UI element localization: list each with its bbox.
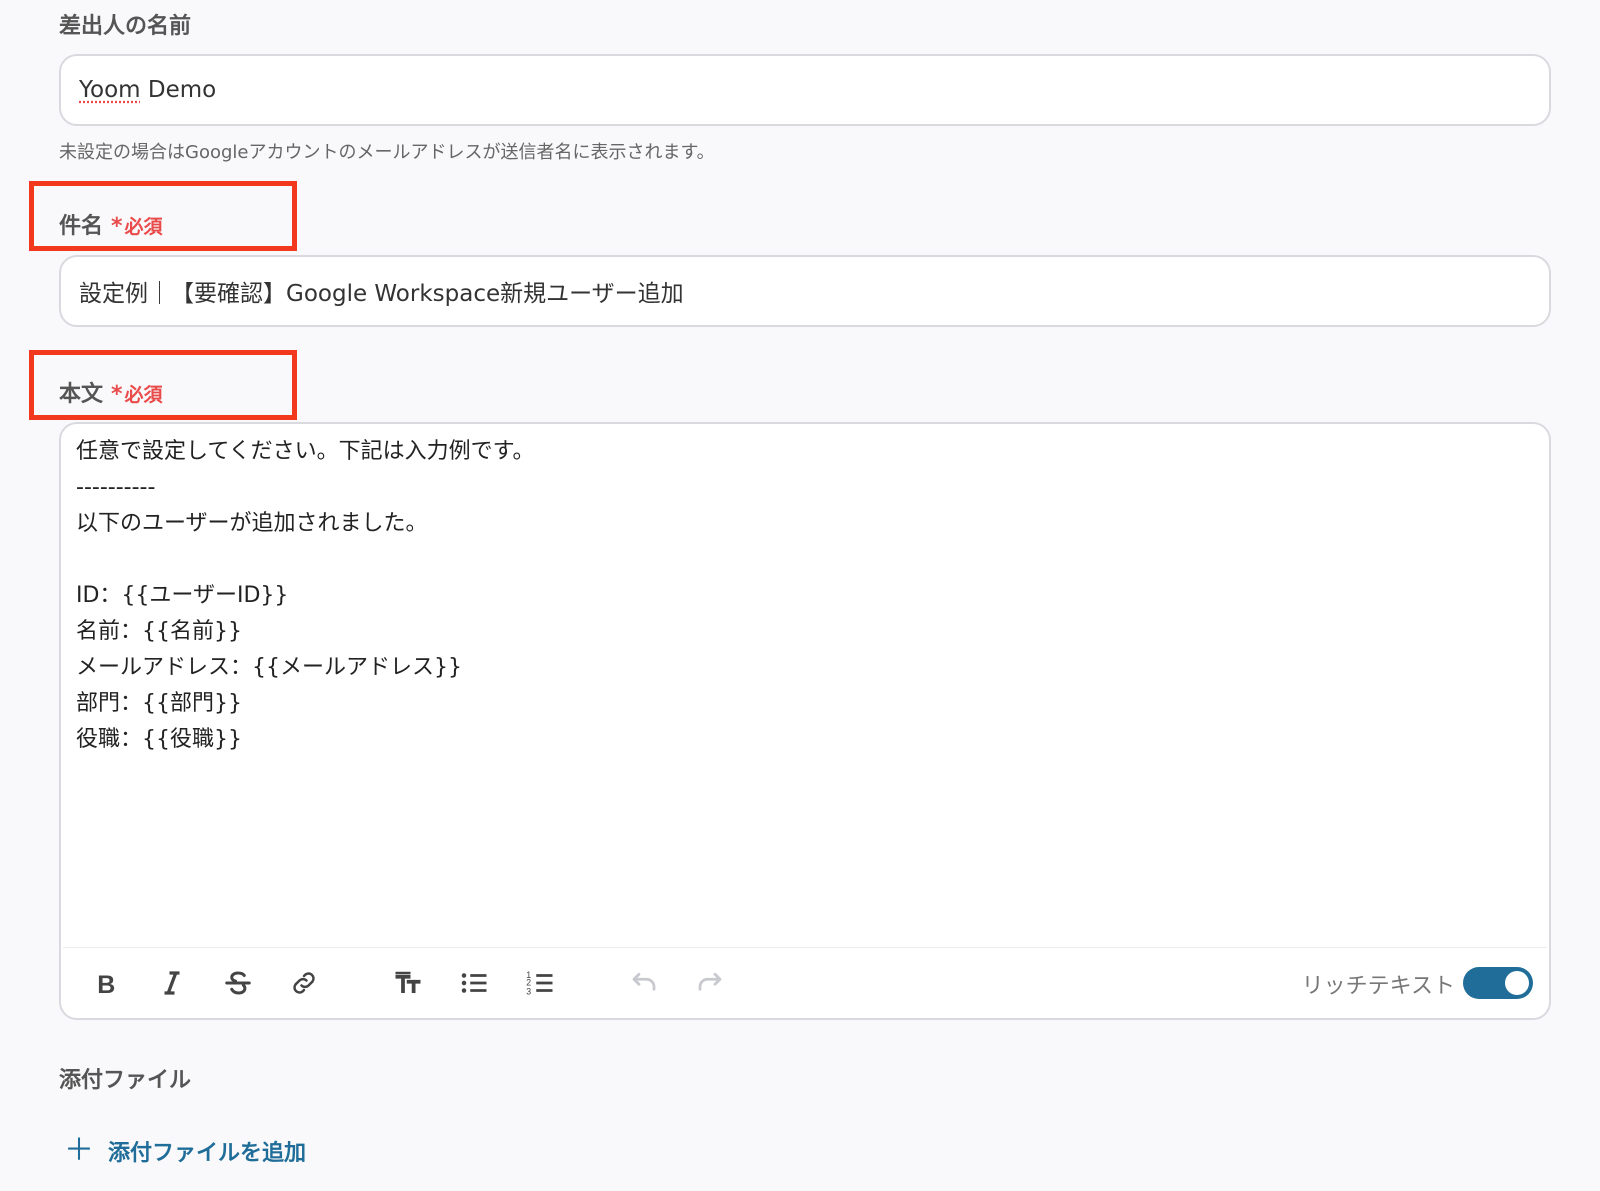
link-icon[interactable] bbox=[286, 965, 322, 1001]
subject-value: 設定例｜【要確認】Google Workspace新規ユーザー追加 bbox=[79, 281, 684, 307]
body-line bbox=[76, 542, 1534, 578]
required-star: * bbox=[111, 214, 123, 239]
redo-icon[interactable] bbox=[692, 965, 728, 1001]
body-line: ID：{{ユーザーID}} bbox=[76, 583, 289, 608]
subject-label-text: 件名 bbox=[59, 214, 104, 239]
editor-toolbar: B 123 リッチテキスト bbox=[63, 947, 1547, 1018]
body-editor[interactable]: 任意で設定してください。下記は入力例です。 ---------- 以下のユーザー… bbox=[59, 422, 1551, 1020]
required-badge: 必須 bbox=[124, 384, 163, 406]
add-attachment-label: 添付ファイルを追加 bbox=[108, 1141, 307, 1166]
text-size-icon[interactable] bbox=[390, 965, 426, 1001]
required-star: * bbox=[111, 382, 123, 407]
body-line: 役職：{{役職}} bbox=[76, 727, 242, 752]
numbered-list-icon[interactable]: 123 bbox=[522, 965, 558, 1001]
svg-text:B: B bbox=[97, 971, 115, 998]
subject-input[interactable]: 設定例｜【要確認】Google Workspace新規ユーザー追加 bbox=[59, 255, 1551, 327]
sender-name-value-word2: Demo bbox=[140, 77, 217, 103]
body-line: 部門：{{部門}} bbox=[76, 691, 242, 716]
sender-name-value-word1: Yoom bbox=[79, 77, 141, 103]
add-attachment-button[interactable]: ＋ 添付ファイルを追加 bbox=[64, 1135, 306, 1167]
sender-name-input[interactable]: Yoom Demo bbox=[59, 54, 1551, 126]
rich-text-label: リッチテキスト bbox=[1301, 974, 1455, 999]
sender-name-label: 差出人の名前 bbox=[59, 14, 192, 39]
attachments-label: 添付ファイル bbox=[59, 1068, 192, 1093]
bullet-list-icon[interactable] bbox=[456, 965, 492, 1001]
undo-icon[interactable] bbox=[626, 965, 662, 1001]
italic-icon[interactable] bbox=[154, 965, 190, 1001]
body-line: メールアドレス：{{メールアドレス}} bbox=[76, 655, 462, 680]
toggle-knob bbox=[1505, 971, 1529, 995]
strikethrough-icon[interactable] bbox=[220, 965, 256, 1001]
bold-icon[interactable]: B bbox=[88, 965, 124, 1001]
subject-label: 件名 * 必須 bbox=[59, 208, 163, 240]
body-line: 以下のユーザーが追加されました。 bbox=[76, 511, 428, 536]
sender-name-hint: 未設定の場合はGoogleアカウントのメールアドレスが送信者名に表示されます。 bbox=[59, 142, 715, 163]
rich-text-toggle[interactable] bbox=[1463, 967, 1533, 999]
body-line: 名前：{{名前}} bbox=[76, 619, 242, 644]
body-label: 本文 * 必須 bbox=[59, 376, 163, 408]
body-line: ---------- bbox=[76, 475, 156, 500]
body-label-text: 本文 bbox=[59, 382, 104, 407]
svg-text:3: 3 bbox=[526, 986, 531, 996]
required-badge: 必須 bbox=[124, 216, 163, 238]
body-line: 任意で設定してください。下記は入力例です。 bbox=[76, 439, 535, 464]
plus-icon: ＋ bbox=[64, 1133, 94, 1168]
body-editor-content[interactable]: 任意で設定してください。下記は入力例です。 ---------- 以下のユーザー… bbox=[76, 434, 1534, 758]
